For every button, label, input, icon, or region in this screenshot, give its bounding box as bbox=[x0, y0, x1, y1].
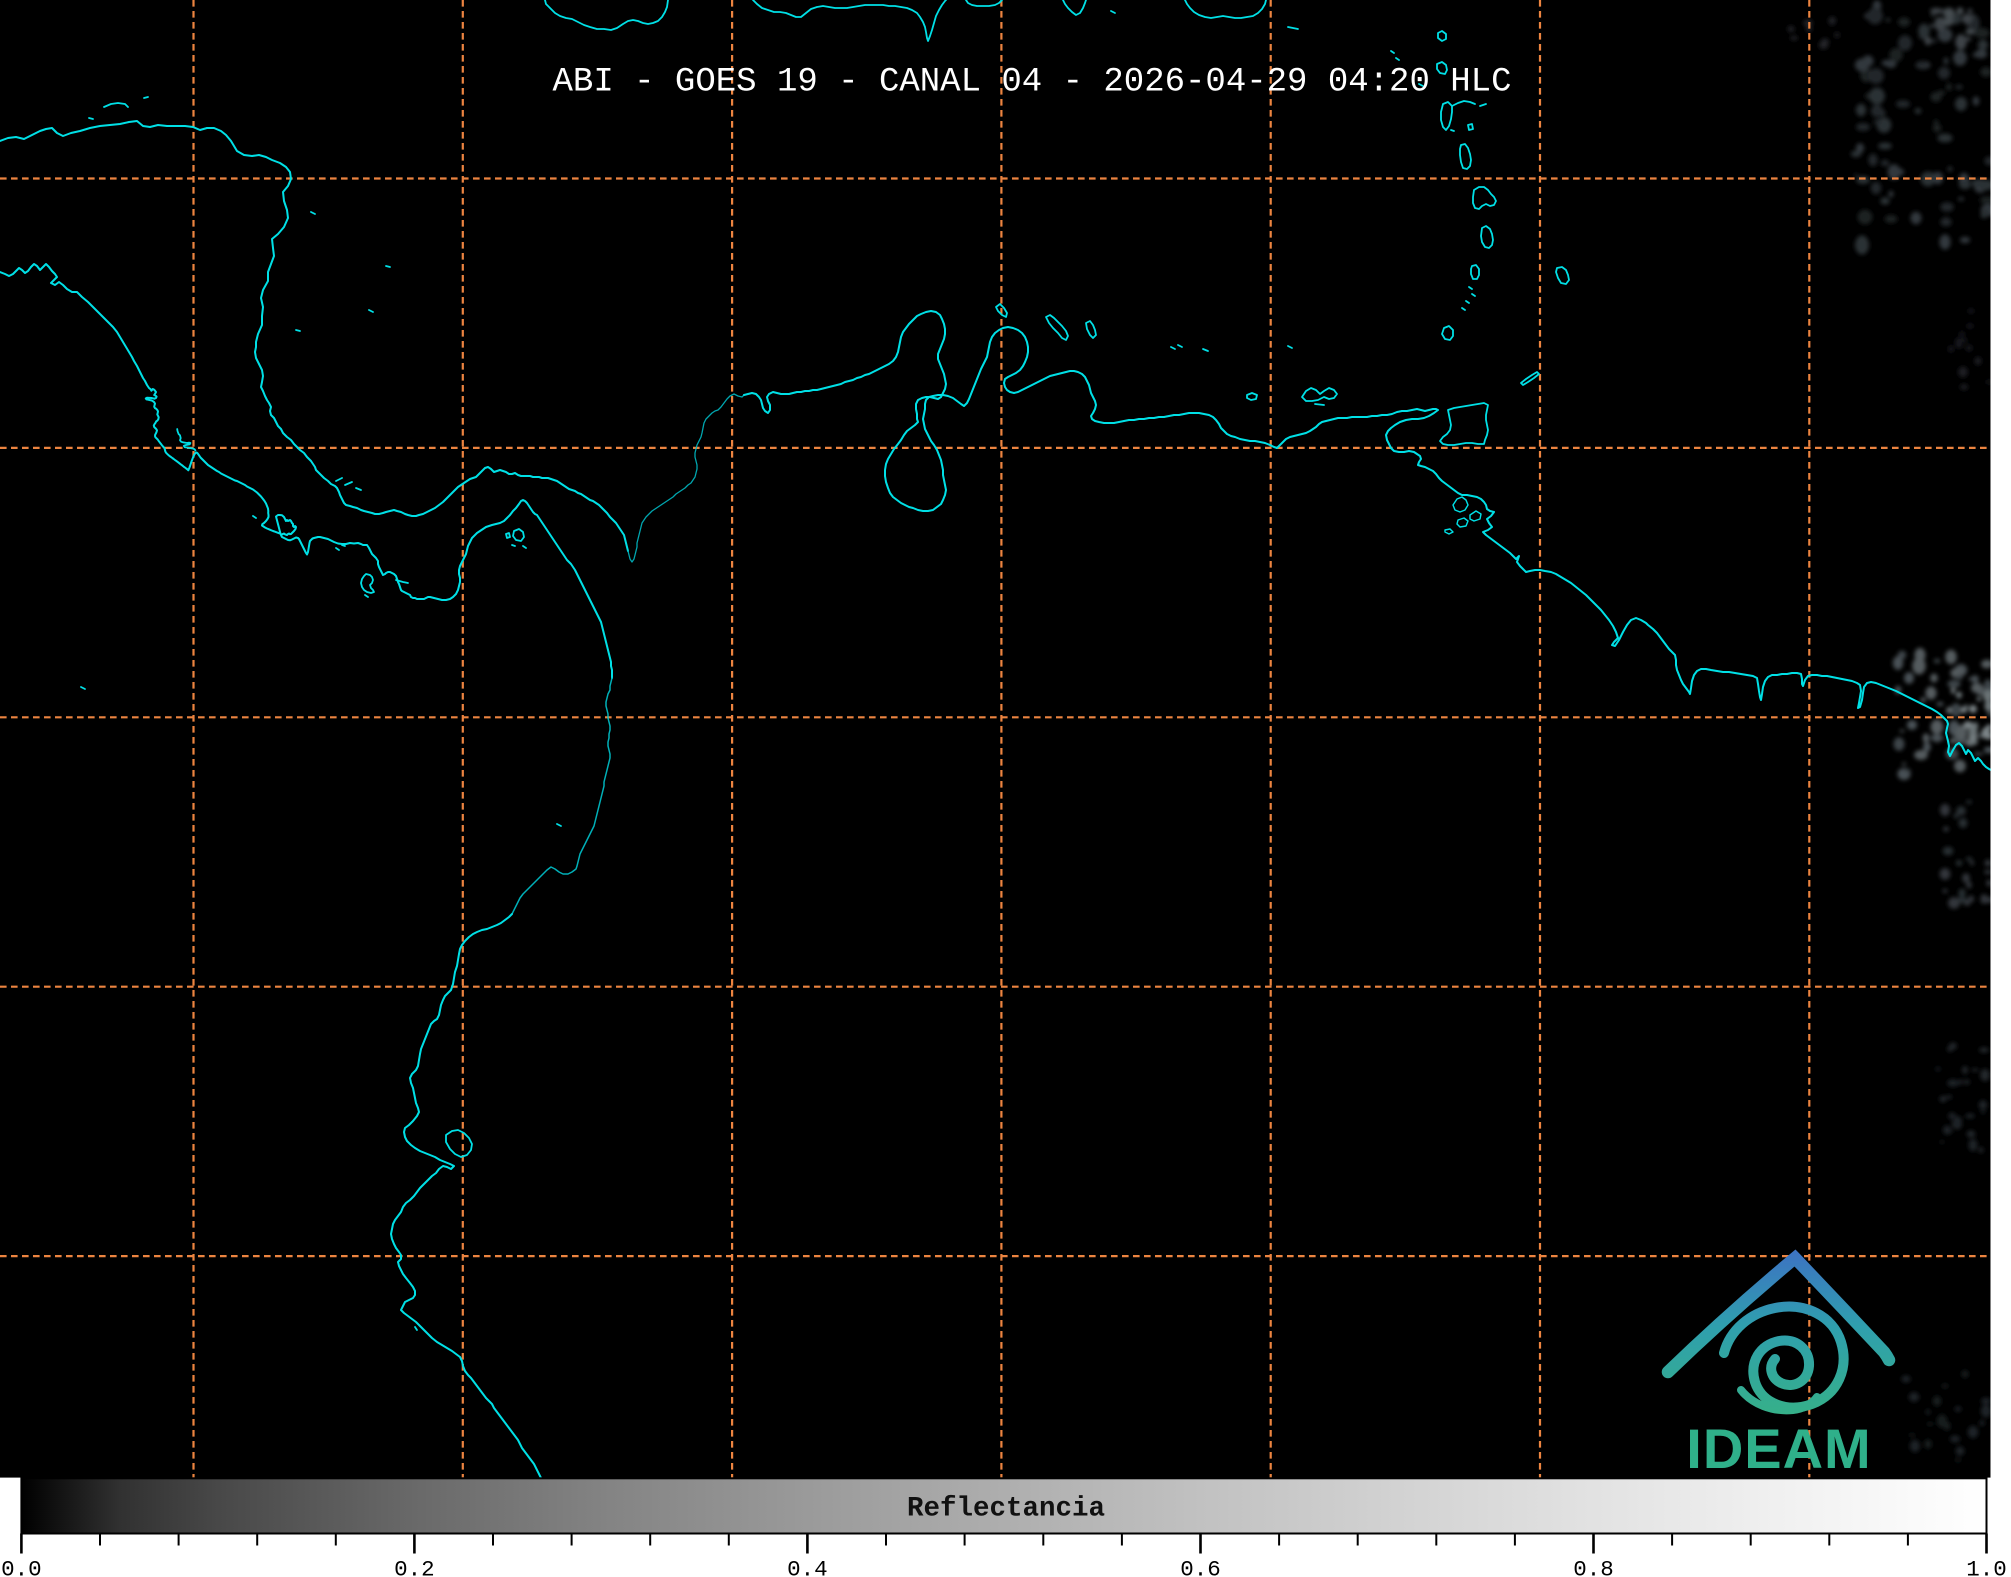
svg-text:0.2: 0.2 bbox=[394, 1557, 435, 1577]
svg-text:0.8: 0.8 bbox=[1573, 1557, 1614, 1577]
svg-text:Reflectancia: Reflectancia bbox=[907, 1494, 1105, 1525]
svg-text:0.4: 0.4 bbox=[787, 1557, 828, 1577]
svg-text:1.0: 1.0 bbox=[1966, 1557, 2007, 1577]
svg-text:0.6: 0.6 bbox=[1180, 1557, 1221, 1577]
svg-text:0.0: 0.0 bbox=[1, 1557, 42, 1577]
svg-text:ABI - GOES 19 - CANAL 04 - 202: ABI - GOES 19 - CANAL 04 - 2026-04-29 04… bbox=[553, 64, 1512, 102]
svg-text:IDEAM: IDEAM bbox=[1686, 1417, 1871, 1480]
